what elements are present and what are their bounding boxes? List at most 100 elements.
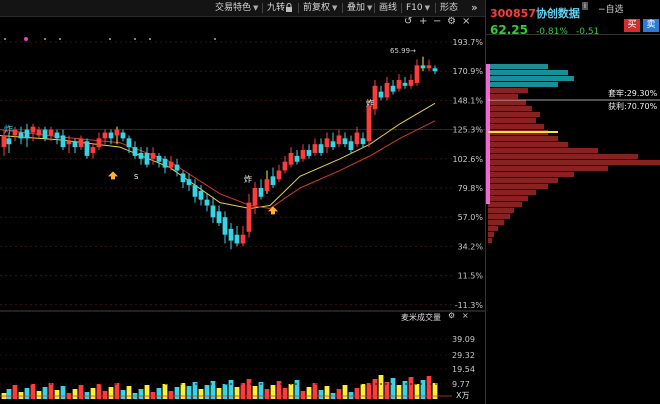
volume-bar (426, 376, 432, 399)
candle-body (24, 129, 30, 139)
shape-button[interactable]: 形态 (440, 1, 458, 15)
trade-features-menu[interactable]: 交易特色 ▼ (215, 1, 258, 15)
candle-body (120, 132, 126, 139)
volume-unit: X万 (456, 391, 470, 400)
chip-bar (488, 106, 532, 111)
event-dot (214, 38, 216, 40)
adjust-menu[interactable]: 前复权 ▼ (303, 1, 337, 15)
candle-body (210, 205, 216, 218)
f10-button[interactable]: F10 ▼ (406, 1, 430, 15)
price-axis-label: 125.3% (452, 126, 483, 135)
candle-body (132, 147, 138, 156)
candle-body (90, 147, 96, 153)
candle-body (102, 132, 108, 139)
candle-body (216, 211, 222, 224)
drawing-button[interactable]: 画线 (379, 1, 397, 15)
event-dot (149, 38, 151, 40)
volume-bar (24, 388, 30, 399)
chip-bar (488, 76, 574, 81)
volume-bar (150, 392, 156, 399)
volume-bar (168, 391, 174, 399)
zoom-out-icon[interactable]: − (433, 16, 441, 27)
candle-body (84, 141, 90, 156)
volume-bar (192, 382, 198, 399)
volume-bar (336, 389, 342, 399)
nine-turn-button[interactable]: 九转 (267, 1, 285, 15)
candle-body (228, 228, 234, 241)
drawing-label: 画线 (379, 3, 398, 13)
candle-body (396, 79, 402, 89)
chip-bar (488, 82, 558, 87)
candle-body (6, 138, 12, 145)
chip-bar (488, 88, 528, 93)
event-dot (24, 37, 28, 41)
gear-icon[interactable]: ⚙ (447, 16, 456, 27)
volume-axis: 39.09 29.32 19.54 9.77 (0, 335, 475, 389)
sell-button[interactable]: 卖 (643, 19, 659, 32)
candle-body (126, 138, 132, 148)
buy-button[interactable]: 买 (624, 19, 640, 32)
candle-body (36, 129, 42, 136)
toolbar-divider (298, 3, 299, 13)
overlay-menu[interactable]: 叠加 ▼ (347, 1, 372, 15)
reset-icon[interactable]: ↺ (404, 16, 412, 27)
volume-bar (126, 386, 132, 399)
explode-marker: 炸 (4, 124, 13, 136)
candle-body (168, 161, 174, 168)
profit-ratio: 获利:70.70% (608, 102, 658, 111)
candle-body (408, 79, 414, 86)
chip-bar (488, 136, 558, 141)
chip-bar (488, 118, 536, 123)
volume-bar (348, 392, 354, 399)
volume-bar (306, 387, 312, 399)
volume-axis-label: 19.54 (452, 365, 475, 374)
chip-bar (488, 202, 522, 207)
info-badge[interactable]: i (581, 2, 588, 10)
volume-bar (300, 391, 306, 399)
panel-divider (486, 34, 660, 35)
price-axis: 193.7% 170.9% 148.1% 125.3% 102.6% 79.8% 57.0%… (452, 38, 483, 310)
volume-bar (162, 384, 168, 399)
candle-body (300, 150, 306, 159)
chip-bar (488, 226, 498, 231)
volume-bar (84, 392, 90, 399)
chip-bar (488, 178, 558, 183)
volume-bar (18, 392, 24, 399)
candle-body (180, 173, 186, 183)
volume-bar (282, 388, 288, 399)
candle-body (96, 138, 102, 148)
lock-icon[interactable] (285, 1, 293, 15)
zoom-in-icon[interactable]: + (419, 16, 427, 27)
chevron-down-icon: ▼ (332, 4, 338, 12)
chip-range-bar (486, 64, 490, 204)
volume-close-icon[interactable]: × (462, 311, 469, 320)
volume-bar (234, 387, 240, 399)
volume-bar (396, 385, 402, 399)
add-self-select-button[interactable]: −自选 (598, 2, 624, 15)
volume-settings-icon[interactable]: ⚙ (448, 311, 455, 320)
close-icon[interactable]: × (462, 16, 470, 27)
volume-bar (312, 383, 318, 399)
volume-bar (258, 382, 264, 399)
toolbar-divider (342, 3, 343, 13)
volume-bar (240, 383, 246, 399)
toolbar-divider (401, 3, 402, 13)
volume-bar (36, 391, 42, 399)
volume-bar (78, 385, 84, 399)
candle-body (48, 129, 54, 136)
volume-bar (354, 388, 360, 399)
kline-chart[interactable]: 炸炸炸S65.99→ 193.7%170.9%148.1%125.3%102.6… (0, 17, 485, 404)
chip-bar (488, 238, 492, 243)
candle-body (330, 141, 336, 148)
volume-bar (432, 383, 438, 399)
chevron-down-icon: ▼ (424, 4, 431, 12)
peak-price-label: 65.99→ (390, 47, 416, 55)
price-axis-label: 170.9% (452, 67, 483, 76)
candle-body (156, 155, 162, 162)
volume-bar (156, 388, 162, 399)
chip-bar (488, 142, 568, 147)
candle-body (282, 161, 288, 171)
chip-bar (488, 232, 494, 237)
volume-bar (72, 389, 78, 399)
more-icon[interactable]: » (471, 1, 478, 15)
